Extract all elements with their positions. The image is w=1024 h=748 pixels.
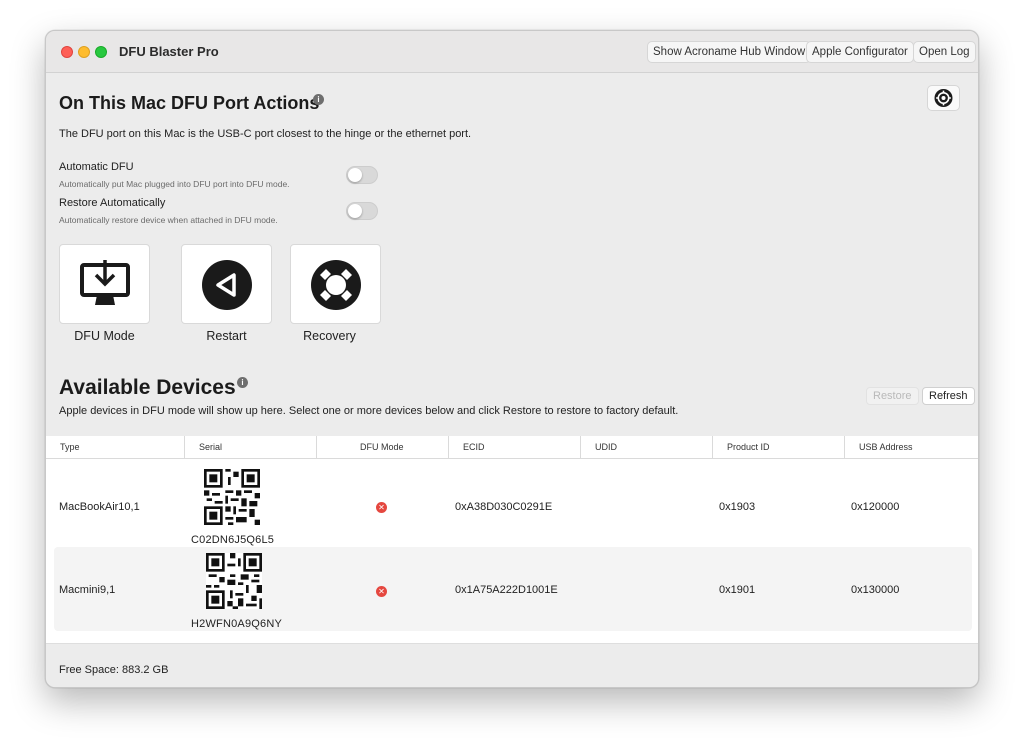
serial-qr-code [204, 469, 260, 525]
restart-icon [202, 260, 252, 310]
restore-button[interactable]: Restore [866, 387, 919, 405]
automatic-dfu-toggle[interactable] [346, 166, 378, 184]
product-id-value: 0x1901 [719, 584, 756, 596]
serial-qr-code [206, 553, 262, 609]
ecid-value: 0xA38D030C0291E [455, 501, 553, 513]
column-header-dfu-mode[interactable]: DFU Mode [316, 436, 448, 458]
toggle-knob [348, 168, 362, 182]
column-header-usb-address[interactable]: USB Address [844, 436, 978, 458]
recovery-button[interactable] [290, 244, 381, 324]
toggle-knob [348, 204, 362, 218]
column-header-udid[interactable]: UDID [580, 436, 712, 458]
table-header-divider [46, 458, 978, 459]
app-window: DFU Blaster Pro Show Acroname Hub Window… [45, 30, 979, 688]
show-hub-window-button[interactable]: Show Acroname Hub Window [647, 41, 812, 63]
error-icon: ✕ [376, 586, 387, 597]
open-log-button[interactable]: Open Log [913, 41, 976, 63]
port-description: The DFU port on this Mac is the USB-C po… [59, 128, 472, 140]
dfu-mode-label: DFU Mode [74, 329, 135, 343]
devices-description: Apple devices in DFU mode will show up h… [59, 405, 679, 417]
free-space-label: Free Space: 883.2 GB [59, 664, 169, 676]
title-bar: DFU Blaster Pro Show Acroname Hub Window… [46, 31, 978, 73]
restore-automatically-toggle[interactable] [346, 202, 378, 220]
info-icon[interactable]: i [313, 94, 324, 105]
app-title: DFU Blaster Pro [119, 44, 219, 59]
error-icon: ✕ [376, 502, 387, 513]
lifebuoy-icon [311, 260, 361, 310]
serial-number: H2WFN0A9Q6NY [191, 618, 283, 630]
imac-download-icon [80, 260, 130, 305]
table-row[interactable]: MacBookAir10,1 C02DN6J5Q6L5 ✕ 0xA38D030C… [54, 463, 972, 547]
status-bar: Free Space: 883.2 GB [46, 643, 978, 687]
device-type: MacBookAir10,1 [59, 501, 140, 513]
ecid-value: 0x1A75A222D1001E [455, 584, 558, 596]
info-icon[interactable]: i [237, 377, 248, 388]
devices-table: Type Serial DFU Mode ECID UDID Product I… [46, 436, 978, 643]
close-window-button[interactable] [61, 46, 73, 58]
restore-automatically-subtitle: Automatically restore device when attach… [59, 215, 278, 225]
port-actions-title: On This Mac DFU Port Actions [59, 93, 320, 113]
automatic-dfu-subtitle: Automatically put Mac plugged into DFU p… [59, 179, 290, 189]
recovery-label: Recovery [303, 329, 356, 343]
settings-button[interactable] [927, 85, 960, 111]
table-row[interactable]: Macmini9,1 H2WFN0A9Q6NY ✕ 0x1A75A222D100… [54, 547, 972, 631]
column-header-product-id[interactable]: Product ID [712, 436, 844, 458]
column-header-type[interactable]: Type [46, 436, 184, 458]
devices-title: Available Devices [59, 376, 236, 399]
usb-address-value: 0x130000 [851, 584, 900, 596]
restart-label: Restart [206, 329, 247, 343]
restore-automatically-label: Restore Automatically [59, 197, 166, 209]
gear-icon [934, 89, 953, 107]
automatic-dfu-label: Automatic DFU [59, 161, 134, 173]
apple-configurator-button[interactable]: Apple Configurator [806, 41, 914, 63]
product-id-value: 0x1903 [719, 501, 756, 513]
usb-address-value: 0x120000 [851, 501, 900, 513]
column-header-serial[interactable]: Serial [184, 436, 316, 458]
device-type: Macmini9,1 [59, 584, 116, 596]
maximize-window-button[interactable] [95, 46, 107, 58]
column-header-ecid[interactable]: ECID [448, 436, 580, 458]
dfu-mode-button[interactable] [59, 244, 150, 324]
refresh-button[interactable]: Refresh [922, 387, 975, 405]
minimize-window-button[interactable] [78, 46, 90, 58]
serial-number: C02DN6J5Q6L5 [191, 534, 275, 546]
restart-button[interactable] [181, 244, 272, 324]
